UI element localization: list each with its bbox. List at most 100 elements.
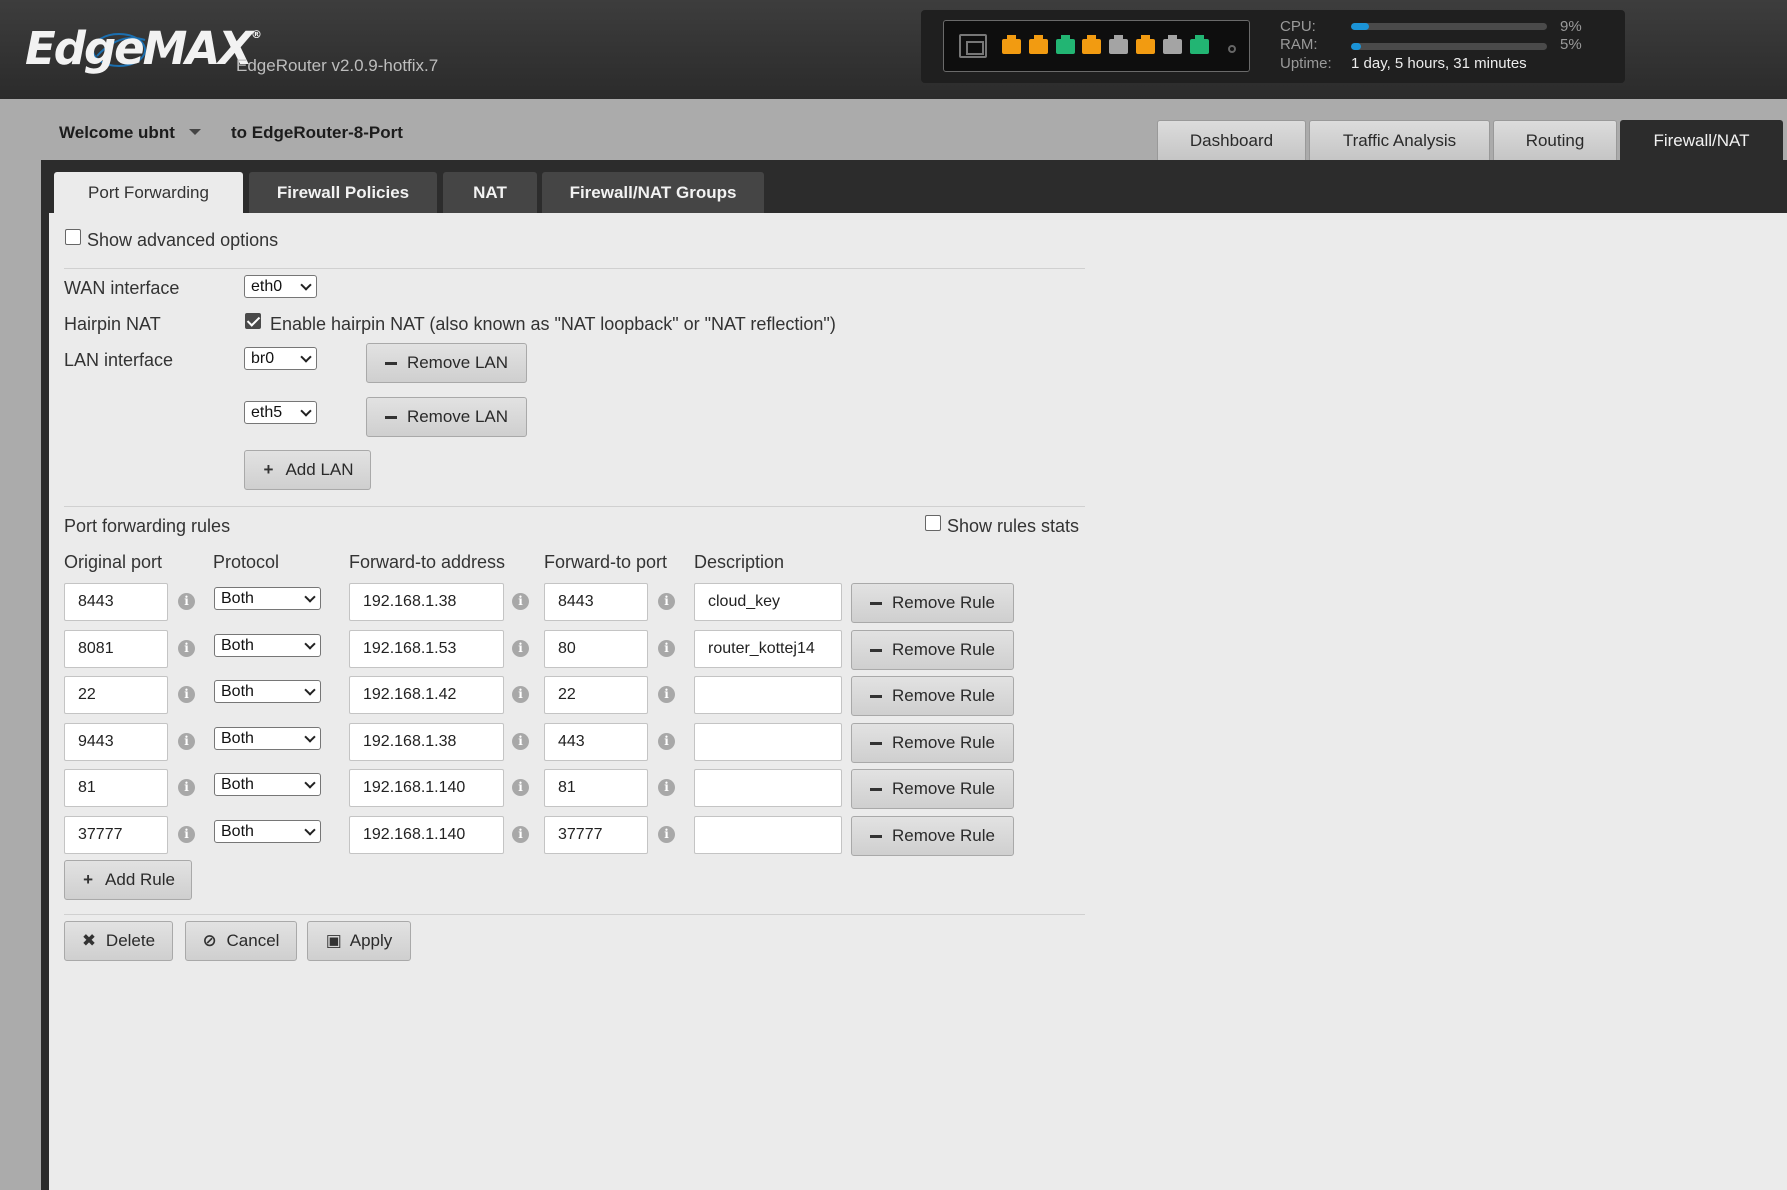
add-rule-button[interactable]: + Add Rule [64, 860, 192, 900]
ethernet-port-icon [1028, 35, 1048, 54]
chevron-down-icon [304, 824, 316, 836]
original-port-input[interactable]: 8443 [64, 583, 168, 621]
edgemax-logo: EdgeMAX® [25, 22, 262, 75]
col-forward-address: Forward-to address [349, 552, 506, 572]
ethernet-port-icon [1055, 35, 1075, 54]
wan-interface-label: WAN interface [64, 278, 180, 298]
remove-rule-button[interactable]: Remove Rule [851, 816, 1014, 856]
info-icon[interactable]: i [512, 686, 529, 703]
chevron-down-icon [304, 777, 316, 789]
forward-port-input[interactable]: 8443 [544, 583, 648, 621]
forward-address-input[interactable]: 192.168.1.140 [349, 816, 504, 854]
remove-rule-button[interactable]: Remove Rule [851, 630, 1014, 670]
tab-traffic-analysis[interactable]: Traffic Analysis [1309, 120, 1490, 160]
minus-icon [870, 601, 882, 605]
remove-rule-button[interactable]: Remove Rule [851, 583, 1014, 623]
info-icon[interactable]: i [658, 826, 675, 843]
subtab-nat[interactable]: NAT [443, 172, 537, 213]
info-icon[interactable]: i [178, 779, 195, 796]
info-icon[interactable]: i [178, 593, 195, 610]
chevron-down-icon [300, 351, 312, 363]
forward-address-input[interactable]: 192.168.1.42 [349, 676, 504, 714]
protocol-select[interactable]: Both [214, 773, 321, 796]
system-status-panel: CPU: 9% RAM: 5% Uptime: 1 day, 5 hours, … [921, 10, 1625, 83]
console-port-icon [959, 34, 987, 58]
advanced-options-checkbox[interactable] [65, 229, 81, 245]
chevron-down-icon [304, 638, 316, 650]
ethernet-port-icon [1136, 35, 1155, 54]
original-port-input[interactable]: 8081 [64, 630, 168, 668]
info-icon[interactable]: i [178, 686, 195, 703]
minus-icon [384, 415, 397, 419]
forward-address-input[interactable]: 192.168.1.38 [349, 583, 504, 621]
info-icon[interactable]: i [658, 593, 675, 610]
add-lan-button[interactable]: + Add LAN [244, 450, 371, 490]
show-rules-stats-checkbox[interactable] [925, 515, 941, 531]
ram-bar-fill [1351, 43, 1361, 50]
description-input[interactable] [694, 816, 842, 854]
tab-dashboard[interactable]: Dashboard [1157, 120, 1306, 160]
info-icon[interactable]: i [178, 826, 195, 843]
ethernet-port-icon [1002, 35, 1021, 54]
protocol-select[interactable]: Both [214, 820, 321, 843]
advanced-options-label: Show advanced options [87, 230, 279, 250]
firmware-version: EdgeRouter v2.0.9-hotfix.7 [236, 56, 439, 75]
lan-interface-select[interactable]: eth5 [244, 401, 317, 424]
info-icon[interactable]: i [658, 686, 675, 703]
wan-interface-select[interactable]: eth0 [244, 275, 317, 298]
remove-lan-button[interactable]: Remove LAN [366, 343, 527, 383]
protocol-select[interactable]: Both [214, 587, 321, 610]
forward-port-input[interactable]: 443 [544, 723, 648, 761]
forward-port-input[interactable]: 37777 [544, 816, 648, 854]
remove-rule-button[interactable]: Remove Rule [851, 769, 1014, 809]
info-icon[interactable]: i [178, 640, 195, 657]
protocol-select[interactable]: Both [214, 727, 321, 750]
info-icon[interactable]: i [658, 733, 675, 750]
protocol-select[interactable]: Both [214, 634, 321, 657]
remove-lan-button[interactable]: Remove LAN [366, 397, 527, 437]
description-input[interactable]: router_kottej14 [694, 630, 842, 668]
info-icon[interactable]: i [512, 593, 529, 610]
protocol-select[interactable]: Both [214, 680, 321, 703]
subtab-firewall-policies[interactable]: Firewall Policies [249, 172, 437, 213]
tab-firewall-nat[interactable]: Firewall/NAT [1620, 120, 1783, 160]
forward-address-input[interactable]: 192.168.1.53 [349, 630, 504, 668]
col-protocol: Protocol [213, 552, 280, 572]
tab-routing[interactable]: Routing [1493, 120, 1617, 160]
apply-button[interactable]: ▣ Apply [307, 921, 411, 961]
uptime-label: Uptime: [1280, 55, 1332, 72]
description-input[interactable] [694, 676, 842, 714]
minus-icon [870, 648, 882, 652]
hairpin-nat-label: Hairpin NAT [64, 314, 161, 334]
subtab-firewall-nat-groups[interactable]: Firewall/NAT Groups [542, 172, 764, 213]
info-icon[interactable]: i [512, 733, 529, 750]
remove-rule-button[interactable]: Remove Rule [851, 676, 1014, 716]
remove-rule-button[interactable]: Remove Rule [851, 723, 1014, 763]
lan-interface-select[interactable]: br0 [244, 347, 317, 370]
forward-port-input[interactable]: 81 [544, 769, 648, 807]
info-icon[interactable]: i [512, 779, 529, 796]
info-icon[interactable]: i [512, 640, 529, 657]
info-icon[interactable]: i [658, 779, 675, 796]
info-icon[interactable]: i [512, 826, 529, 843]
delete-button[interactable]: ✖ Delete [64, 921, 173, 961]
subtab-port-forwarding[interactable]: Port Forwarding [54, 172, 243, 213]
original-port-input[interactable]: 37777 [64, 816, 168, 854]
minus-icon [870, 694, 882, 698]
original-port-input[interactable]: 22 [64, 676, 168, 714]
description-input[interactable] [694, 769, 842, 807]
description-input[interactable]: cloud_key [694, 583, 842, 621]
hairpin-nat-checkbox[interactable] [245, 313, 261, 329]
chevron-down-icon [304, 731, 316, 743]
original-port-input[interactable]: 81 [64, 769, 168, 807]
description-input[interactable] [694, 723, 842, 761]
info-icon[interactable]: i [658, 640, 675, 657]
forward-port-input[interactable]: 80 [544, 630, 648, 668]
forward-address-input[interactable]: 192.168.1.140 [349, 769, 504, 807]
forward-port-input[interactable]: 22 [544, 676, 648, 714]
original-port-input[interactable]: 9443 [64, 723, 168, 761]
forward-address-input[interactable]: 192.168.1.38 [349, 723, 504, 761]
user-menu[interactable]: Welcome ubnt [59, 123, 201, 143]
info-icon[interactable]: i [178, 733, 195, 750]
cancel-button[interactable]: ⊘ Cancel [185, 921, 297, 961]
